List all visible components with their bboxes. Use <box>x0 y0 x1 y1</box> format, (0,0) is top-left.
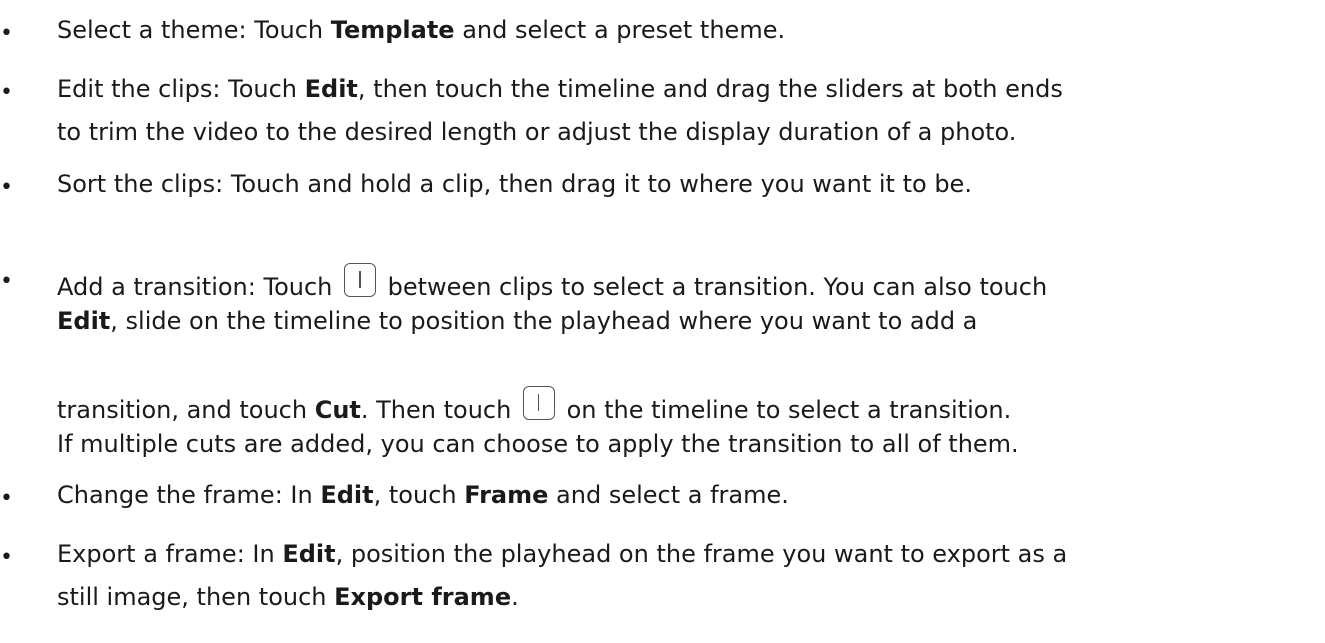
list-item-add-transition-cont: If multiple cuts are added, you can choo… <box>57 430 1019 458</box>
bullet: • <box>0 175 13 200</box>
transition-icon <box>344 263 376 297</box>
template-label: Template <box>330 16 455 44</box>
list-item-edit-clips: Edit the clips: Touch Edit, then touch t… <box>57 75 1063 103</box>
bullet: • <box>0 269 13 294</box>
edit-label: Edit <box>282 540 336 568</box>
edit-label: Edit <box>304 75 358 103</box>
cut-label: Cut <box>314 396 361 424</box>
edit-label: Edit <box>320 481 374 509</box>
transition-icon <box>522 386 555 420</box>
bullet: • <box>0 545 13 570</box>
list-item-change-frame: Change the frame: In Edit, touch Frame a… <box>57 481 789 509</box>
bullet: • <box>0 21 13 46</box>
list-item-export-frame: Export a frame: In Edit, position the pl… <box>57 540 1068 568</box>
list-item-add-transition-cont: Edit, slide on the timeline to position … <box>57 307 978 335</box>
bullet: • <box>0 486 13 511</box>
export-frame-label: Export frame <box>334 583 512 611</box>
list-item-add-transition-cont: transition, and touch Cut. Then touch on… <box>57 386 1011 425</box>
list-item-sort-clips: Sort the clips: Touch and hold a clip, t… <box>57 170 972 198</box>
frame-label: Frame <box>464 481 549 509</box>
list-item-edit-clips-cont: to trim the video to the desired length … <box>57 118 1017 146</box>
list-item-export-frame-cont: still image, then touch Export frame. <box>57 583 519 611</box>
list-item-add-transition: Add a transition: Touch between clips to… <box>57 263 1047 302</box>
edit-label: Edit <box>57 307 111 335</box>
bullet: • <box>0 80 13 105</box>
list-item-select-theme: Select a theme: Touch Template and selec… <box>57 16 786 44</box>
